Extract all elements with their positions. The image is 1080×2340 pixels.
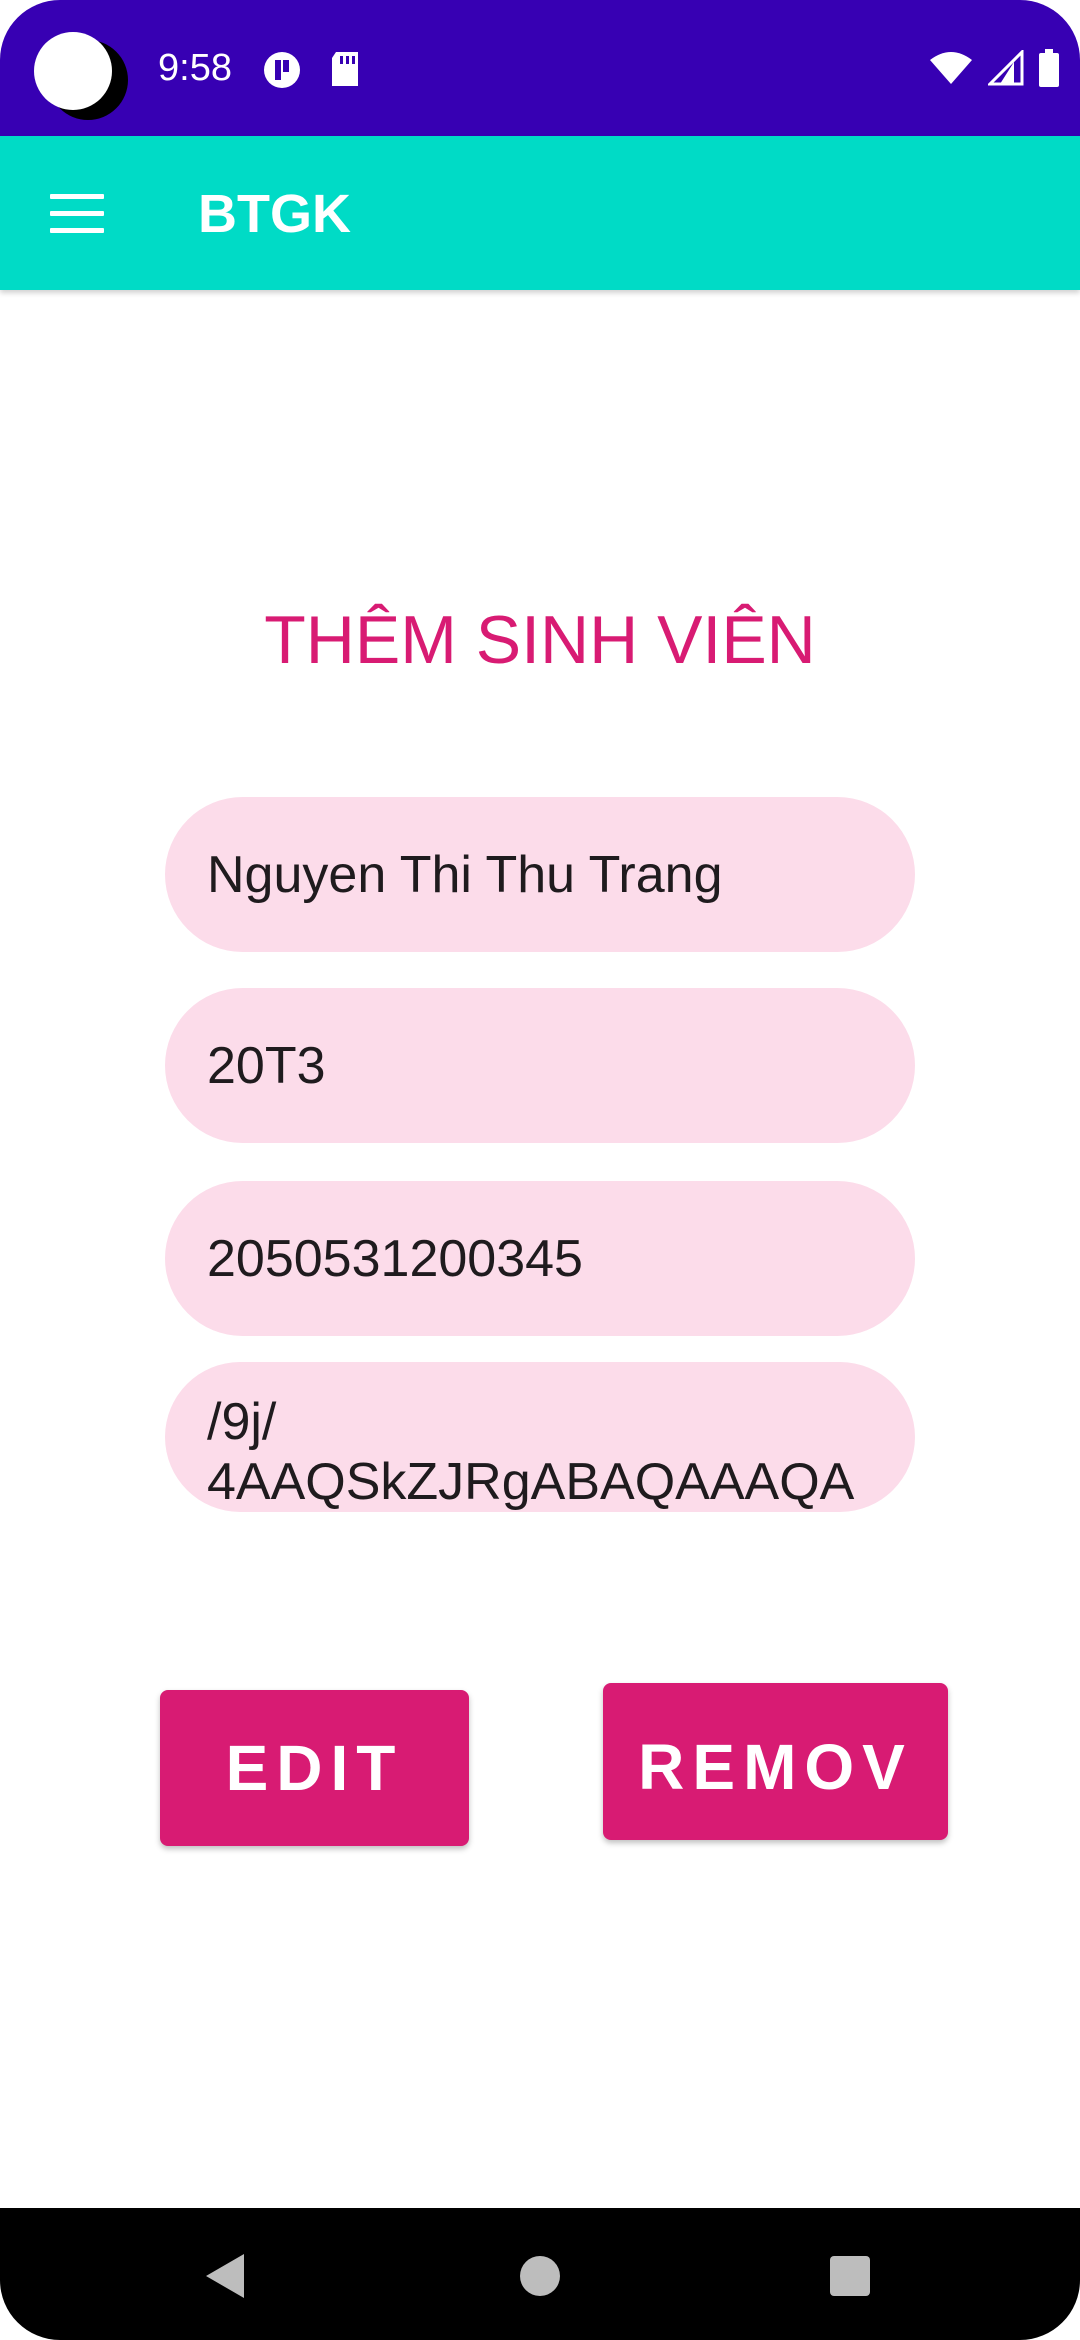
sd-card-icon xyxy=(332,52,358,86)
image-data-line-1: /9j/ xyxy=(207,1393,277,1451)
page-title: THÊM SINH VIÊN xyxy=(264,602,816,678)
class-field[interactable]: 20T3 xyxy=(165,988,915,1143)
recents-icon[interactable] xyxy=(830,2256,870,2296)
cell-signal-icon xyxy=(988,50,1024,86)
student-name-field[interactable]: Nguyen Thi Thu Trang xyxy=(165,797,915,952)
edit-button[interactable]: EDIT xyxy=(160,1690,469,1846)
hamburger-menu-icon[interactable] xyxy=(50,194,104,233)
toolbar-title: BTGK xyxy=(198,184,351,244)
notification-badge-icon xyxy=(264,52,300,88)
battery-icon xyxy=(1039,49,1059,87)
image-data-field[interactable]: /9j/ 4AAQSkZJRgABAQAAAQA xyxy=(165,1362,915,1512)
student-id-field[interactable]: 2050531200345 xyxy=(165,1181,915,1336)
camera-lens-icon xyxy=(34,32,112,110)
system-nav-bar xyxy=(0,2208,1080,2340)
status-icons-right xyxy=(928,48,1060,88)
home-icon[interactable] xyxy=(520,2256,560,2296)
image-data-line-2: 4AAQSkZJRgABAQAAAQA xyxy=(207,1453,855,1511)
wifi-icon xyxy=(930,52,972,84)
status-time: 9:58 xyxy=(158,47,232,89)
remove-button[interactable]: REMOVE xyxy=(603,1683,948,1840)
status-bar: 9:58 xyxy=(0,0,1080,136)
app-toolbar: BTGK xyxy=(0,136,1080,290)
back-icon[interactable] xyxy=(202,2252,248,2300)
